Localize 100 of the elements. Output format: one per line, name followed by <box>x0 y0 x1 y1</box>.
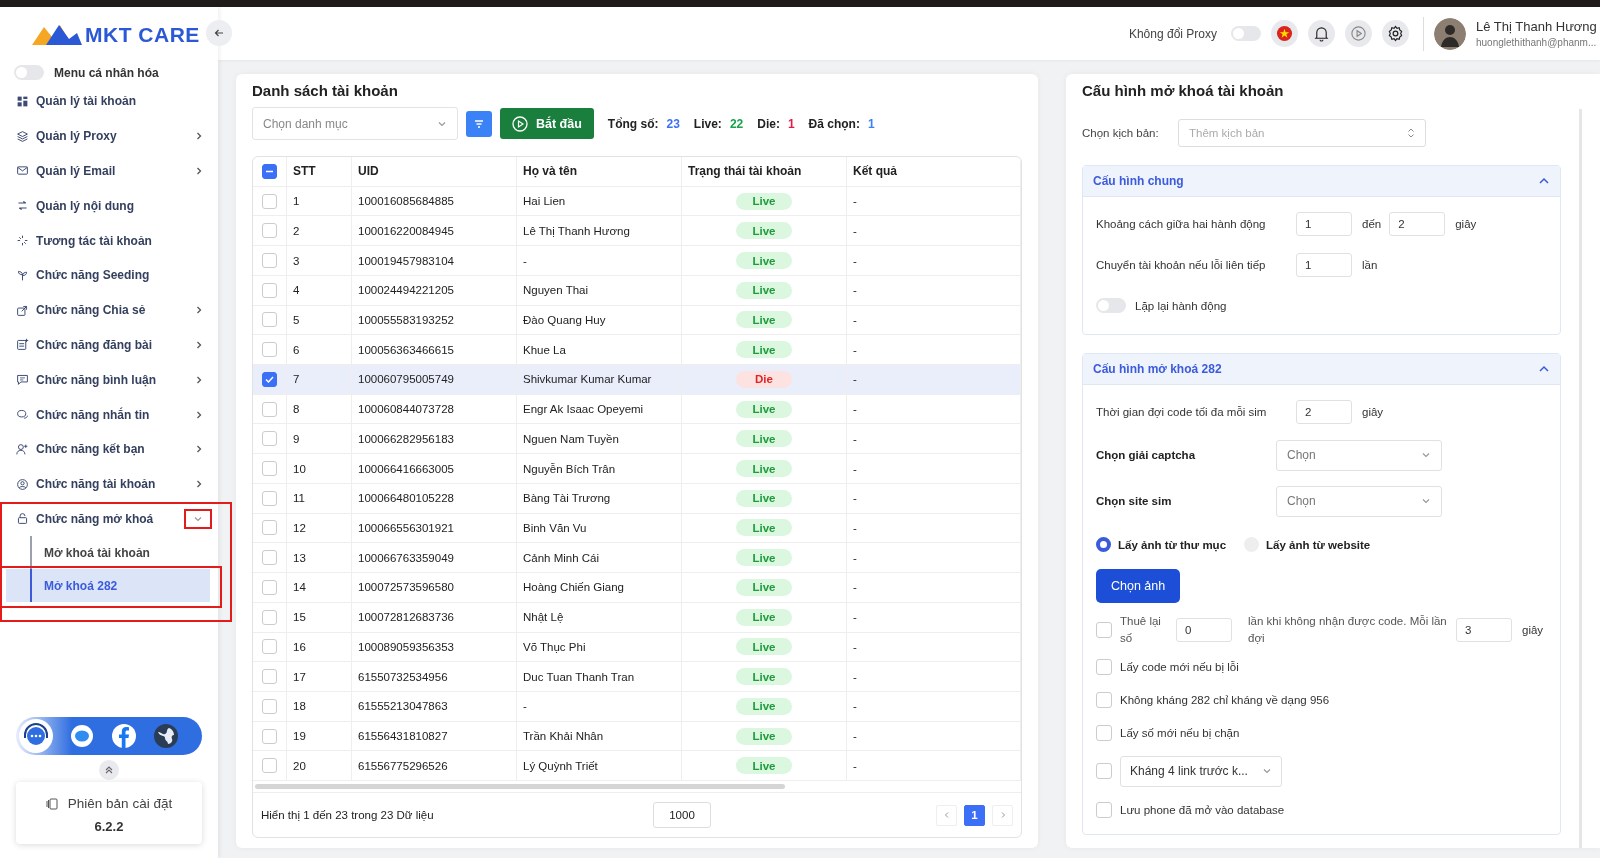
table-row[interactable]: 17 61550732534956 Duc Tuan Thanh Tran Live - <box>253 662 1021 692</box>
sidebar-item[interactable]: Chức năng Chia sẻ <box>0 292 218 328</box>
status-badge: Live <box>736 400 792 418</box>
row-checkbox[interactable] <box>262 758 277 774</box>
table-row[interactable]: 8 100060844073728 Engr Ak Isaac Opeyemi Live - <box>253 394 1021 425</box>
row-checkbox[interactable] <box>262 282 277 298</box>
collapse-button[interactable] <box>99 760 119 780</box>
table-row[interactable]: 5 100055583193252 Đào Quang Huy Live - <box>253 305 1021 336</box>
number-field[interactable]: 3 <box>1456 617 1512 642</box>
sidebar-item[interactable]: Quản lý tài khoản <box>0 84 218 119</box>
select-all-checkbox[interactable] <box>262 163 277 179</box>
table-row[interactable]: 9 100066282956183 Nguen Nam Tuyền Live - <box>253 424 1021 455</box>
sidebar-item[interactable]: Chức năng nhắn tin <box>0 397 218 432</box>
sidebar-item[interactable]: Chức năng đăng bài <box>0 327 218 363</box>
table-cell: - <box>847 424 1021 454</box>
category-select[interactable]: Chọn danh mục <box>252 107 458 140</box>
row-checkbox[interactable] <box>262 520 277 536</box>
row-checkbox[interactable] <box>262 609 277 625</box>
row-checkbox[interactable] <box>262 490 277 506</box>
row-checkbox[interactable] <box>262 193 277 209</box>
sidebar-item[interactable]: Chức năng tài khoản <box>0 466 218 502</box>
table-row[interactable]: 13 100066763359049 Cảnh Minh Cái Live - <box>253 543 1021 574</box>
proxy-toggle[interactable] <box>1231 26 1261 41</box>
settings-icon[interactable] <box>1382 20 1409 47</box>
row-checkbox[interactable] <box>262 728 277 744</box>
table-row[interactable]: 20 61556775296526 Lý Quỳnh Triết Live - <box>253 751 1021 782</box>
select-field[interactable]: Kháng 4 link trước k... <box>1120 755 1282 787</box>
page-size-field[interactable]: 1000 <box>653 802 711 829</box>
page-button[interactable]: 1 <box>964 804 985 826</box>
play-icon[interactable] <box>1345 20 1372 47</box>
select-field[interactable]: Chọn <box>1276 485 1442 517</box>
sidebar-item[interactable]: Quản lý Proxy <box>0 118 218 154</box>
table-row[interactable]: 12 100066556301921 Binh Văn Vu Live - <box>253 513 1021 544</box>
previous-page-button[interactable] <box>936 804 957 826</box>
number-field[interactable]: 1 <box>1296 211 1352 236</box>
scrollbar-thumb[interactable] <box>255 784 785 790</box>
table-row[interactable]: 11 100066480105228 Bàng Tài Trương Live - <box>253 483 1021 514</box>
number-field[interactable]: 2 <box>1389 211 1446 236</box>
sidebar-item[interactable]: Chức năng mở khoá <box>0 501 218 537</box>
table-row[interactable]: 2 100016220084945 Lê Thị Thanh Hương Live - <box>253 216 1021 247</box>
row-checkbox[interactable] <box>262 342 277 358</box>
chat-bubble-icon[interactable] <box>68 722 96 750</box>
number-field[interactable]: 0 <box>1176 617 1232 642</box>
row-checkbox[interactable] <box>262 431 277 447</box>
row-checkbox[interactable] <box>262 401 277 417</box>
table-row[interactable]: 14 100072573596580 Hoàng Chiến Giang Live - <box>253 573 1021 603</box>
row-checkbox[interactable] <box>262 461 277 477</box>
radio-button[interactable] <box>1096 537 1111 552</box>
personal-menu-toggle[interactable] <box>14 65 44 80</box>
section-header[interactable]: Cấu hình mở khoá 282 <box>1083 354 1560 385</box>
next-page-button[interactable] <box>992 804 1013 826</box>
checkbox[interactable] <box>1096 691 1112 708</box>
sidebar-subitem[interactable]: Mở khoá 282 <box>6 569 210 603</box>
table-row[interactable]: 1 100016085684885 Hai Lien Live - <box>253 186 1021 217</box>
table-row[interactable]: 15 100072812683736 Nhật Lệ Live - <box>253 602 1021 633</box>
repeat-toggle[interactable] <box>1096 298 1126 313</box>
row-checkbox[interactable] <box>262 639 277 655</box>
table-row[interactable]: 4 100024494221205 Nguyen Thai Live - <box>253 275 1021 306</box>
table-row[interactable]: 18 61555213047863 - Live - <box>253 691 1021 722</box>
sidebar-item[interactable]: Chức năng bình luận <box>0 362 218 398</box>
row-checkbox[interactable] <box>262 312 277 328</box>
sidebar-item[interactable]: Chức năng kết bạn <box>0 431 218 467</box>
start-button[interactable]: Bắt đầu <box>500 108 594 139</box>
checkbox[interactable] <box>1096 763 1112 779</box>
table-row[interactable]: 7 100060795005749 Shivkumar Kumar Kumar Die - <box>253 365 1021 395</box>
back-button[interactable] <box>206 20 232 46</box>
unit-label: giây <box>1522 623 1544 636</box>
row-checkbox[interactable] <box>262 669 277 685</box>
checkbox[interactable] <box>1096 658 1112 675</box>
sidebar-item[interactable]: Tương tác tài khoản <box>0 223 218 258</box>
table-row[interactable]: 3 100019457983104 - Live - <box>253 246 1021 276</box>
checkbox[interactable] <box>1096 801 1112 818</box>
sidebar-item[interactable]: Quản lý nội dung <box>0 188 218 224</box>
row-checkbox[interactable] <box>262 253 277 268</box>
sprout-icon <box>16 268 29 282</box>
table-row[interactable]: 10 100066416663005 Nguyễn Bích Trân Live - <box>253 454 1021 484</box>
row-checkbox[interactable] <box>262 223 277 239</box>
sidebar-item[interactable]: Quản lý Email <box>0 153 218 189</box>
flag-icon[interactable] <box>1271 20 1298 47</box>
row-checkbox[interactable] <box>262 579 277 595</box>
checkbox[interactable] <box>1096 621 1112 638</box>
sparkle-icon <box>16 234 29 248</box>
avatar-icon[interactable] <box>1434 17 1466 50</box>
support-icon[interactable] <box>18 718 54 754</box>
row-checkbox[interactable] <box>262 698 277 714</box>
checkbox[interactable] <box>1096 724 1112 741</box>
row-checkbox[interactable] <box>262 550 277 566</box>
sidebar-item[interactable]: Chức năng Seeding <box>0 258 218 293</box>
row-checkbox[interactable] <box>262 371 277 387</box>
bell-icon[interactable] <box>1308 20 1335 47</box>
facebook-icon[interactable] <box>110 722 138 750</box>
section-header[interactable]: Cấu hình chung <box>1083 166 1560 197</box>
choose-image-button[interactable]: Chọn ảnh <box>1096 569 1181 603</box>
table-row[interactable]: 19 61556431810827 Trần Khải Nhân Live - <box>253 721 1021 752</box>
number-field[interactable]: 1 <box>1296 252 1352 277</box>
globe-icon[interactable] <box>152 722 180 750</box>
table-row[interactable]: 16 100089059356353 Võ Thục Phi Live - <box>253 632 1021 663</box>
filter-button[interactable] <box>466 110 492 137</box>
number-field[interactable]: 2 <box>1296 399 1352 424</box>
select-field[interactable]: Chọn <box>1276 439 1442 471</box>
